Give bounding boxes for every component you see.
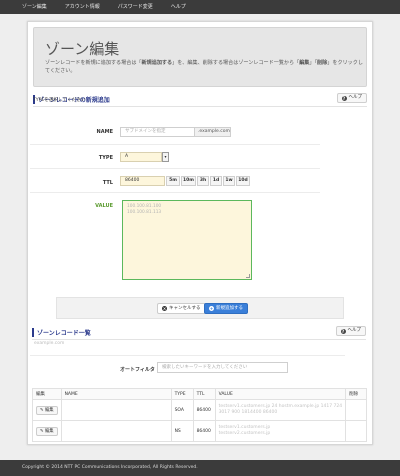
form-action-bar: × キャンセルする + 新規追加する bbox=[56, 297, 344, 319]
ttl-input[interactable]: 86400 bbox=[120, 176, 165, 186]
zone-domain: example.com bbox=[34, 341, 65, 346]
ttl-preset-3h[interactable]: 3h bbox=[197, 176, 209, 186]
divider bbox=[30, 192, 320, 193]
close-icon: × bbox=[162, 306, 167, 311]
ttl-cell: 86400 bbox=[192, 399, 216, 421]
ttl-preset-10m[interactable]: 10m bbox=[181, 176, 196, 186]
chevron-down-icon[interactable]: ▾ bbox=[162, 152, 169, 162]
section-accent-bar bbox=[32, 328, 34, 337]
list-section-header: ゾーンレコード一覧 ? ヘルプ bbox=[32, 326, 366, 340]
add-help-button[interactable]: ? ヘルプ bbox=[336, 93, 367, 103]
edit-button[interactable]: ✎ 編集 bbox=[36, 405, 58, 415]
nav-item-password[interactable]: パスワード変更 bbox=[109, 0, 162, 14]
delete-cell bbox=[345, 420, 367, 442]
edit-cell: ✎ 編集 bbox=[32, 399, 62, 421]
ttl-preset-5m[interactable]: 5m bbox=[166, 176, 180, 186]
name-cell bbox=[60, 399, 172, 421]
table-row: ✎ 編集 SOA 86400 testserv1.customers.jp 24… bbox=[32, 399, 367, 421]
table-header-row: 編集 NAME TYPE TTL VALUE 削除 bbox=[32, 388, 367, 400]
ttl-preset-1d[interactable]: 1d bbox=[210, 176, 222, 186]
help-icon: ? bbox=[341, 95, 347, 101]
value-label: VALUE bbox=[95, 203, 113, 209]
filter-input[interactable]: 検索したいキーワードを入力してください bbox=[157, 362, 288, 373]
type-note: TYPEを選択してください bbox=[33, 98, 86, 103]
add-record-button[interactable]: + 新規追加する bbox=[204, 303, 248, 314]
type-select[interactable]: A ▾ bbox=[120, 152, 169, 162]
resize-handle-icon[interactable] bbox=[246, 274, 250, 278]
table-row: ✎ 編集 NS 86400 testserv1.customers.jp test… bbox=[32, 420, 367, 442]
nav-item-zone-edit[interactable]: ゾーン編集 bbox=[0, 0, 56, 14]
list-section-title: ゾーンレコード一覧 bbox=[37, 330, 91, 337]
edit-button[interactable]: ✎ 編集 bbox=[36, 426, 58, 436]
value-line: 100.100.81.113 bbox=[127, 210, 162, 215]
edit-cell: ✎ 編集 bbox=[32, 420, 62, 442]
footer: Copyright © 2014 NTT PC Communications I… bbox=[0, 460, 400, 476]
cancel-button[interactable]: × キャンセルする bbox=[157, 303, 206, 314]
page-description: ゾーンレコードを新規に追加する場合は「新規追加する」を、編集、削除する場合はゾー… bbox=[45, 60, 363, 74]
name-label: NAME bbox=[96, 129, 113, 135]
ttl-cell: 86400 bbox=[192, 420, 216, 442]
divider bbox=[30, 355, 345, 356]
name-input[interactable]: サブドメインを指定 bbox=[120, 127, 195, 137]
top-nav: ゾーン編集 アカウント情報 パスワード変更 ヘルプ bbox=[0, 0, 400, 14]
page-title: ゾーン編集 bbox=[45, 40, 120, 58]
nav-item-account[interactable]: アカウント情報 bbox=[56, 0, 109, 14]
page-header: ゾーン編集 ゾーンレコードを新規に追加する場合は「新規追加する」を、編集、削除す… bbox=[33, 27, 367, 87]
plus-icon: + bbox=[209, 306, 214, 311]
value-cell: testserv1.customers.jp testserv2.customer… bbox=[214, 420, 347, 442]
column-header: 編集 bbox=[32, 388, 62, 400]
divider bbox=[30, 144, 320, 145]
type-cell: SOA bbox=[170, 399, 194, 421]
ttl-preset-1w[interactable]: 1w bbox=[223, 176, 235, 186]
name-suffix: .example.com bbox=[195, 127, 231, 137]
help-icon: ? bbox=[340, 328, 346, 334]
filter-label: オートフィルタ bbox=[120, 367, 155, 373]
column-header: TTL bbox=[192, 388, 216, 400]
column-header: 削除 bbox=[345, 388, 367, 400]
column-header: VALUE bbox=[214, 388, 347, 400]
delete-cell bbox=[345, 399, 367, 421]
name-cell bbox=[60, 420, 172, 442]
value-textarea[interactable]: 100.100.81.100 100.100.81.113 bbox=[122, 200, 252, 280]
type-label: TYPE bbox=[98, 155, 113, 161]
list-help-button[interactable]: ? ヘルプ bbox=[335, 326, 366, 336]
column-header: NAME bbox=[60, 388, 172, 400]
ttl-preset-10d[interactable]: 10d bbox=[236, 176, 250, 186]
nav-item-help[interactable]: ヘルプ bbox=[162, 0, 195, 14]
ttl-label: TTL bbox=[102, 180, 113, 186]
value-cell: testserv1.customers.jp 24 hostm.example.… bbox=[214, 399, 347, 421]
records-table: 編集 NAME TYPE TTL VALUE 削除 ✎ 編集 SOA 86400… bbox=[32, 388, 367, 442]
column-header: TYPE bbox=[170, 388, 194, 400]
divider bbox=[30, 168, 320, 169]
type-cell: NS bbox=[170, 420, 194, 442]
